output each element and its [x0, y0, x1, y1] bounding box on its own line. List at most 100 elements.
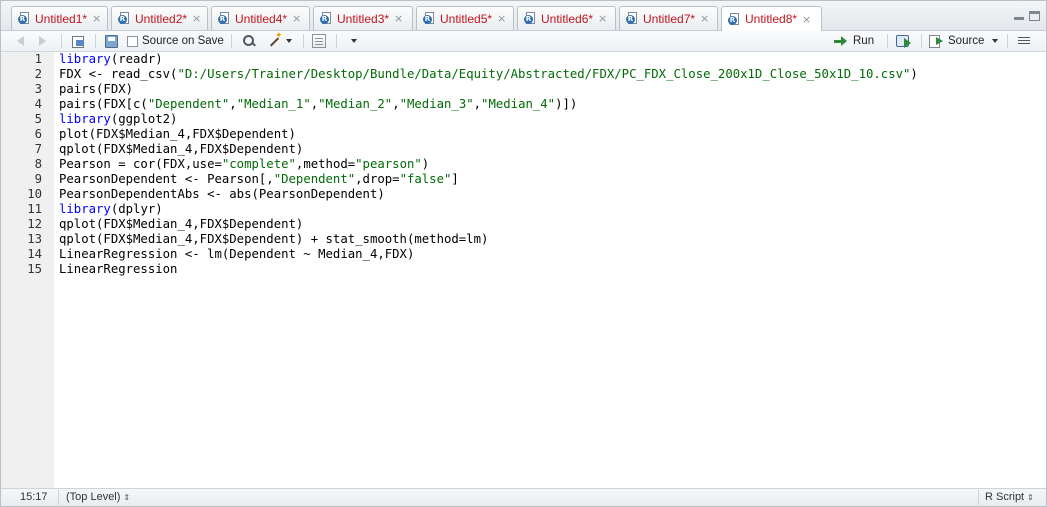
code-line[interactable]: 2 FDX <- read_csv("D:/Users/Trainer/Deskt…: [1, 67, 1046, 82]
code-text[interactable]: pairs(FDX[c("Dependent","Median_1","Medi…: [59, 97, 577, 112]
toolbar-divider: [95, 34, 96, 48]
line-number: 8: [34, 157, 42, 171]
code-text[interactable]: plot(FDX$Median_4,FDX$Dependent): [59, 127, 296, 142]
line-number: 10: [27, 187, 42, 201]
code-tools-button[interactable]: [267, 31, 292, 49]
line-number: 7: [34, 142, 42, 156]
compile-report-button[interactable]: [312, 33, 326, 49]
code-line[interactable]: 12 qplot(FDX$Median_4,FDX$Dependent): [1, 217, 1046, 232]
code-token: (readr): [110, 52, 163, 66]
file-type-selector[interactable]: R Script ⇕: [985, 491, 1034, 503]
code-text[interactable]: library(dplyr): [59, 202, 163, 217]
code-token: PearsonDependentAbs <- abs(PearsonDepend…: [59, 187, 385, 201]
code-text[interactable]: library(readr): [59, 52, 163, 67]
code-text[interactable]: qplot(FDX$Median_4,FDX$Dependent) + stat…: [59, 232, 488, 247]
minimize-pane-icon[interactable]: [1013, 11, 1025, 21]
source-on-save-toggle[interactable]: Source on Save: [127, 33, 224, 49]
more-options-button[interactable]: [348, 33, 357, 49]
tab-untitled5[interactable]: R Untitled5* ×: [416, 6, 514, 30]
code-line[interactable]: 5 library(ggplot2): [1, 112, 1046, 127]
line-number: 1: [34, 52, 42, 66]
code-text[interactable]: pairs(FDX): [59, 82, 133, 97]
code-text[interactable]: qplot(FDX$Median_4,FDX$Dependent): [59, 142, 303, 157]
maximize-pane-icon[interactable]: [1029, 11, 1040, 21]
code-line[interactable]: 13 qplot(FDX$Median_4,FDX$Dependent) + st…: [1, 232, 1046, 247]
up-down-arrows-icon: ⇕: [123, 492, 131, 502]
forward-button[interactable]: [35, 33, 49, 49]
code-line[interactable]: 14 LinearRegression <- lm(Dependent ~ Med…: [1, 247, 1046, 262]
code-text[interactable]: PearsonDependentAbs <- abs(PearsonDepend…: [59, 187, 385, 202]
code-text[interactable]: FDX <- read_csv("D:/Users/Trainer/Deskto…: [59, 67, 918, 82]
rerun-button[interactable]: [895, 33, 915, 49]
string-token: "Median_4": [481, 97, 556, 111]
code-line[interactable]: 10 PearsonDependentAbs <- abs(PearsonDepe…: [1, 187, 1046, 202]
code-editor[interactable]: 1 library(readr) 2 FDX <- read_csv("D:/User…: [1, 52, 1046, 488]
source-editor-pane: R Untitled1* × R Untitled2* × R Untitled4* × R Unt…: [0, 0, 1047, 507]
tab-untitled1[interactable]: R Untitled1* ×: [11, 6, 108, 30]
close-icon[interactable]: ×: [292, 12, 301, 25]
code-token: qplot(FDX$Median_4,FDX$Dependent): [59, 217, 304, 231]
back-button[interactable]: [15, 33, 29, 49]
run-button[interactable]: Run: [834, 33, 874, 49]
r-file-icon: R: [18, 12, 31, 25]
tab-untitled7[interactable]: R Untitled7* ×: [619, 6, 718, 30]
chevron-down-icon[interactable]: [992, 39, 999, 43]
file-type-label: R Script: [985, 491, 1025, 503]
code-area[interactable]: 1 library(readr) 2 FDX <- read_csv("D:/User…: [1, 52, 1046, 277]
close-icon[interactable]: ×: [802, 13, 811, 26]
code-line[interactable]: 15 LinearRegression: [1, 262, 1046, 277]
string-token: "Median_3": [399, 97, 474, 111]
save-button[interactable]: [105, 33, 118, 49]
tab-label: Untitled2*: [135, 11, 188, 26]
code-token: qplot(FDX$Median_4,FDX$Dependent) + stat…: [59, 232, 489, 246]
code-line[interactable]: 11 library(dplyr): [1, 202, 1046, 217]
code-line[interactable]: 7 qplot(FDX$Median_4,FDX$Dependent): [1, 142, 1046, 157]
find-replace-button[interactable]: [242, 33, 256, 49]
code-line[interactable]: 3 pairs(FDX): [1, 82, 1046, 97]
close-icon[interactable]: ×: [497, 12, 506, 25]
rerun-icon: [895, 34, 915, 48]
r-file-icon: R: [218, 12, 231, 25]
tab-untitled8[interactable]: R Untitled8* ×: [721, 6, 822, 31]
code-token: (dplyr): [110, 202, 163, 216]
code-token: FDX <- read_csv(: [59, 67, 178, 81]
chevron-down-icon: [286, 39, 292, 43]
code-text[interactable]: qplot(FDX$Median_4,FDX$Dependent): [59, 217, 303, 232]
code-text[interactable]: Pearson = cor(FDX,use="complete",method=…: [59, 157, 429, 172]
close-icon[interactable]: ×: [598, 12, 607, 25]
r-file-icon: R: [626, 12, 639, 25]
tab-untitled4[interactable]: R Untitled4* ×: [211, 6, 310, 30]
source-on-save-checkbox[interactable]: [127, 35, 138, 47]
close-icon[interactable]: ×: [394, 12, 403, 25]
editor-status-bar: 15:17 (Top Level) ⇕ R Script ⇕: [1, 488, 1046, 506]
code-line[interactable]: 1 library(readr): [1, 52, 1046, 67]
string-token: "Dependent": [273, 172, 356, 186]
scope-selector[interactable]: (Top Level) ⇕: [66, 491, 130, 503]
show-in-new-window-button[interactable]: [70, 33, 86, 49]
code-line[interactable]: 8 Pearson = cor(FDX,use="complete",method…: [1, 157, 1046, 172]
up-down-arrows-icon: ⇕: [1027, 492, 1034, 502]
code-line[interactable]: 6 plot(FDX$Median_4,FDX$Dependent): [1, 127, 1046, 142]
document-outline-button[interactable]: [1018, 33, 1030, 49]
keyword-token: library: [59, 202, 111, 216]
code-line[interactable]: 9 PearsonDependent <- Pearson[,"Dependent…: [1, 172, 1046, 187]
back-arrow-icon: [15, 33, 29, 49]
code-text[interactable]: library(ggplot2): [59, 112, 177, 127]
close-icon[interactable]: ×: [700, 12, 709, 25]
source-button[interactable]: Source: [928, 33, 999, 49]
string-token: "Median_2": [318, 97, 393, 111]
editor-tab-bar: R Untitled1* × R Untitled2* × R Untitled4* × R Unt…: [1, 1, 1046, 31]
line-number: 6: [34, 127, 42, 141]
code-text[interactable]: LinearRegression: [59, 262, 177, 277]
close-icon[interactable]: ×: [92, 12, 101, 25]
tab-untitled3[interactable]: R Untitled3* ×: [313, 6, 413, 30]
code-line[interactable]: 4 pairs(FDX[c("Dependent","Median_1","Med…: [1, 97, 1046, 112]
code-text[interactable]: PearsonDependent <- Pearson[,"Dependent"…: [59, 172, 459, 187]
source-on-save-label: Source on Save: [142, 35, 224, 47]
string-token: "Median_1": [236, 97, 311, 111]
tab-untitled6[interactable]: R Untitled6* ×: [517, 6, 616, 30]
close-icon[interactable]: ×: [192, 12, 201, 25]
code-text[interactable]: LinearRegression <- lm(Dependent ~ Media…: [59, 247, 414, 262]
toolbar-divider: [336, 34, 337, 48]
tab-untitled2[interactable]: R Untitled2* ×: [111, 6, 208, 30]
